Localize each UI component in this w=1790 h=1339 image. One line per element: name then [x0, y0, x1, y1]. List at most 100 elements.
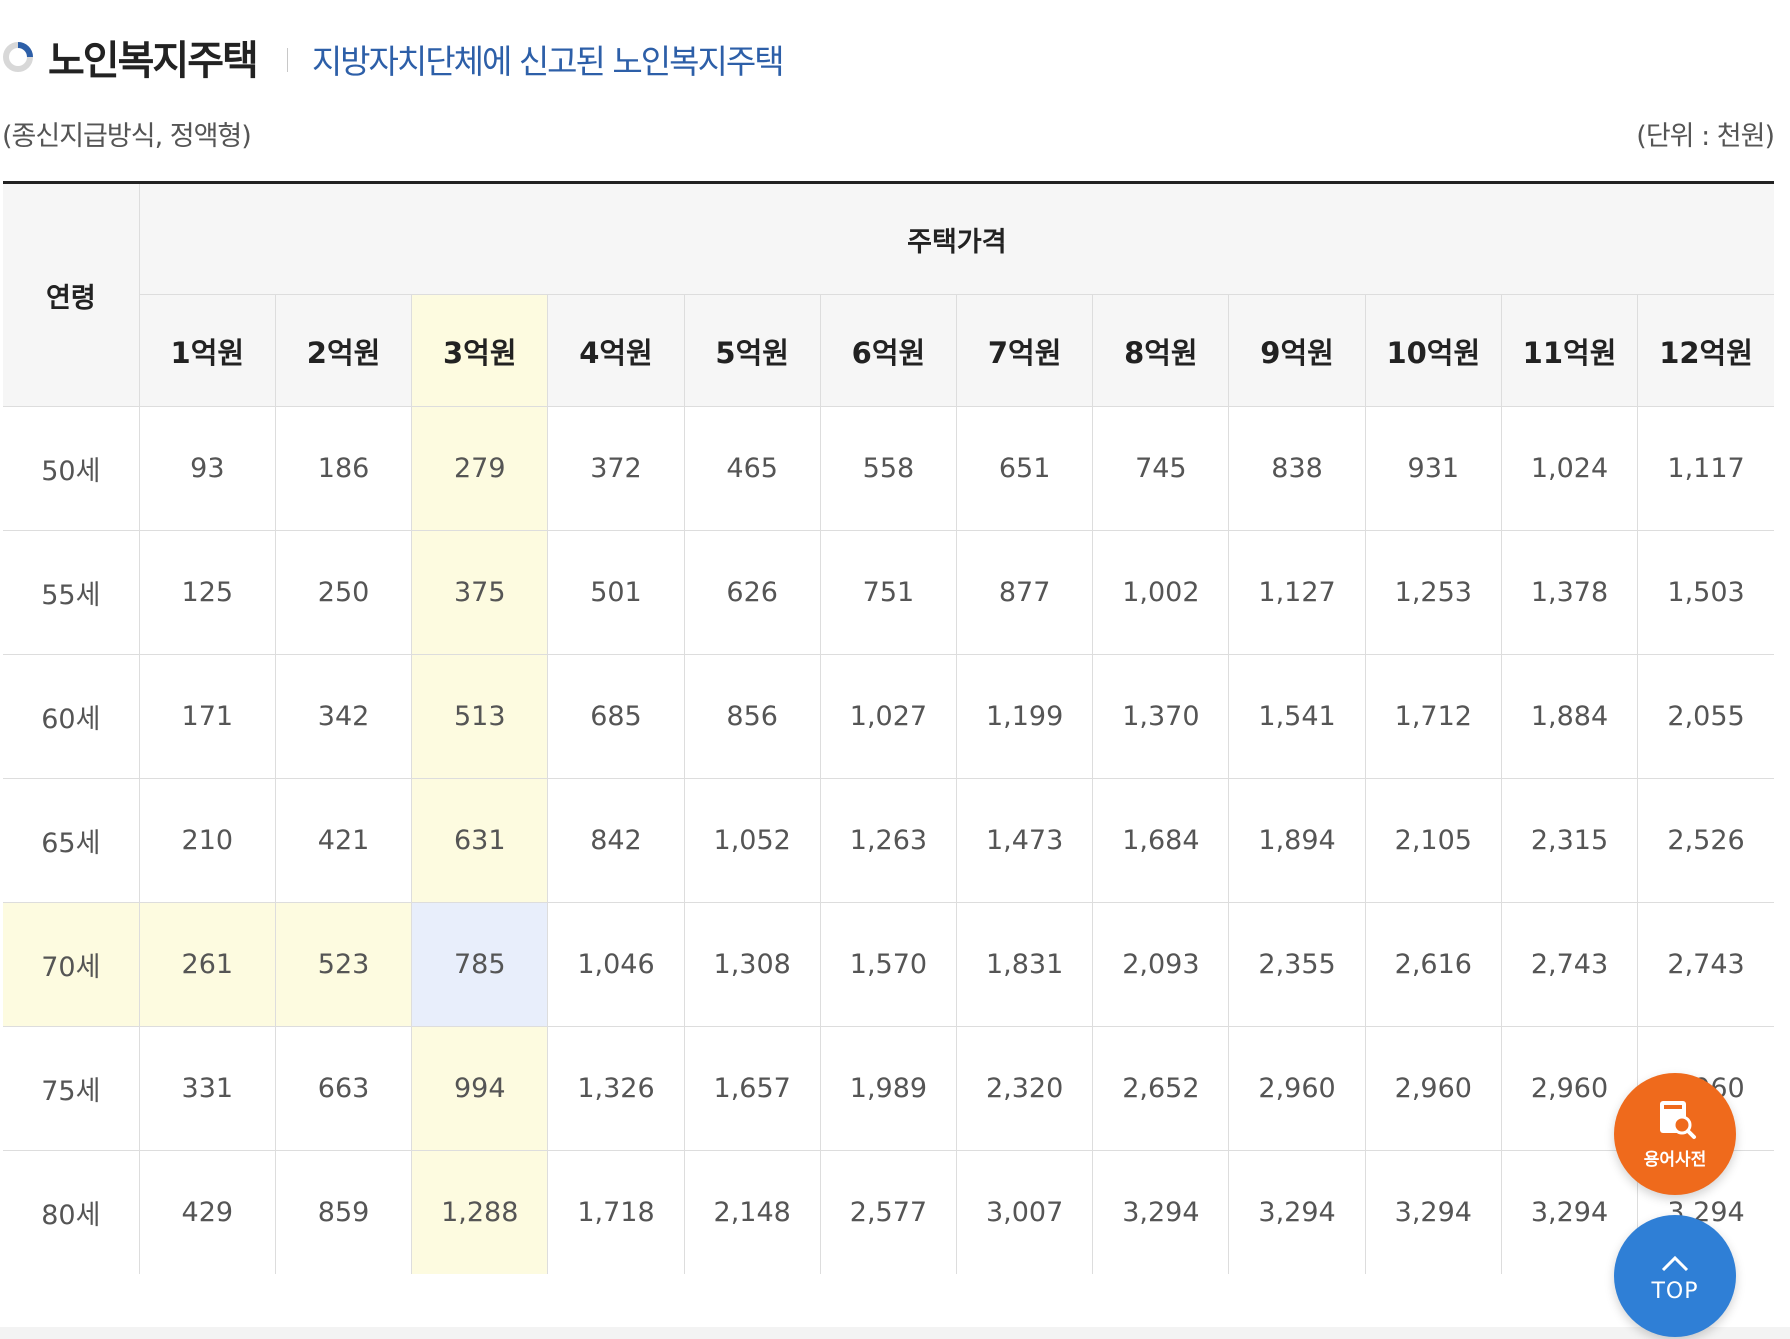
- price-group-header: 주택가격: [139, 181, 1774, 295]
- value-cell: 1,127: [1228, 530, 1366, 655]
- price-column-header: 11억원: [1501, 294, 1639, 407]
- page-title: 노인복지주택: [48, 38, 259, 84]
- value-cell: 2,616: [1365, 902, 1502, 1027]
- price-column-header: 6억원: [820, 294, 958, 407]
- value-cell: 2,960: [1365, 1026, 1502, 1151]
- age-cell: 55세: [3, 530, 140, 655]
- value-cell: 171: [139, 654, 276, 779]
- value-cell: 250: [275, 530, 413, 655]
- age-cell: 80세: [3, 1150, 140, 1274]
- top-label: TOP: [1651, 1279, 1699, 1304]
- value-cell: 2,105: [1365, 778, 1502, 903]
- value-cell: 261: [139, 902, 276, 1027]
- value-cell: 1,570: [820, 902, 958, 1027]
- value-cell: 1,326: [547, 1026, 685, 1151]
- value-cell: 372: [547, 406, 685, 531]
- value-cell: 2,148: [684, 1150, 821, 1274]
- footer-band: [0, 1327, 1790, 1339]
- price-column-header: 9억원: [1228, 294, 1366, 407]
- value-cell: 1,046: [547, 902, 685, 1027]
- table-row: 55세 125 250 375 501 626 751 877 1,002 1,127 1,253 1…: [3, 530, 1774, 655]
- value-cell: 3,007: [956, 1150, 1094, 1274]
- table-row: 60세 171 342 513 685 856 1,027 1,199 1,370 1,541 1,…: [3, 654, 1774, 779]
- value-cell: 1,541: [1228, 654, 1366, 779]
- value-cell: 93: [139, 406, 276, 531]
- price-column-header: 10억원: [1365, 294, 1502, 407]
- value-cell: 1,117: [1637, 406, 1774, 531]
- value-cell: 2,577: [820, 1150, 958, 1274]
- value-cell: 3,294: [1092, 1150, 1230, 1274]
- table-row: 65세 210 421 631 842 1,052 1,263 1,473 1,684 1,894…: [3, 778, 1774, 903]
- value-cell: 838: [1228, 406, 1366, 531]
- value-cell: 2,055: [1637, 654, 1774, 779]
- payment-method-note: (종신지급방식, 정액형): [2, 121, 252, 152]
- value-cell: 1,024: [1501, 406, 1639, 531]
- price-column-header: 7억원: [956, 294, 1094, 407]
- value-cell: 1,989: [820, 1026, 958, 1151]
- value-cell: 3,294: [1365, 1150, 1502, 1274]
- value-cell: 2,743: [1501, 902, 1639, 1027]
- value-cell: 2,315: [1501, 778, 1639, 903]
- value-cell: 1,263: [820, 778, 958, 903]
- value-cell: 1,831: [956, 902, 1094, 1027]
- value-cell: 513: [411, 654, 549, 779]
- value-cell: 842: [547, 778, 685, 903]
- table-row: 80세 429 859 1,288 1,718 2,148 2,577 3,007 3,294 3…: [3, 1150, 1774, 1274]
- value-cell: 2,526: [1637, 778, 1774, 903]
- value-cell: 210: [139, 778, 276, 903]
- price-column-header: 3억원: [411, 294, 549, 407]
- value-cell: 1,027: [820, 654, 958, 779]
- value-cell: 421: [275, 778, 413, 903]
- value-cell: 1,002: [1092, 530, 1230, 655]
- value-cell: 1,288: [411, 1150, 549, 1274]
- unit-note: (단위 : 천원): [1636, 121, 1775, 152]
- value-cell: 685: [547, 654, 685, 779]
- table-row: 50세 93 186 279 372 465 558 651 745 838 931 1,024 1,1…: [3, 406, 1774, 531]
- page-header: 노인복지주택 지방자치단체에 신고된 노인복지주택: [2, 22, 785, 92]
- price-column-header: 8억원: [1092, 294, 1230, 407]
- price-header-row: 1억원 2억원 3억원 4억원 5억원 6억원 7억원 8억원 9억원 10억원 11억원 12억원: [3, 294, 1774, 407]
- value-cell: 465: [684, 406, 821, 531]
- value-cell: 429: [139, 1150, 276, 1274]
- page-subtitle: 지방자치단체에 신고된 노인복지주택: [311, 42, 785, 81]
- value-cell: 1,657: [684, 1026, 821, 1151]
- book-search-icon: [1660, 1100, 1696, 1139]
- circle-spinner-icon: [3, 42, 33, 72]
- value-cell: 331: [139, 1026, 276, 1151]
- value-cell: 1,684: [1092, 778, 1230, 903]
- dictionary-button[interactable]: 용어사전: [1614, 1073, 1736, 1195]
- age-cell: 70세: [3, 902, 140, 1027]
- scroll-top-button[interactable]: TOP: [1614, 1215, 1736, 1337]
- value-cell: 859: [275, 1150, 413, 1274]
- table-body: 50세 93 186 279 372 465 558 651 745 838 931 1,024 1,1…: [3, 406, 1774, 1274]
- value-cell: 2,960: [1228, 1026, 1366, 1151]
- value-cell: 631: [411, 778, 549, 903]
- dictionary-label: 용어사전: [1643, 1149, 1707, 1170]
- value-cell: 751: [820, 530, 958, 655]
- value-cell: 663: [275, 1026, 413, 1151]
- value-cell: 1,712: [1365, 654, 1502, 779]
- value-cell: 558: [820, 406, 958, 531]
- age-cell: 65세: [3, 778, 140, 903]
- age-cell: 75세: [3, 1026, 140, 1151]
- value-cell: 501: [547, 530, 685, 655]
- value-cell: 856: [684, 654, 821, 779]
- value-cell: 2,652: [1092, 1026, 1230, 1151]
- price-column-header: 1억원: [139, 294, 276, 407]
- price-column-header: 12억원: [1637, 294, 1774, 407]
- value-cell: 626: [684, 530, 821, 655]
- age-header: 연령: [3, 181, 140, 407]
- value-cell: 523: [275, 902, 413, 1027]
- value-cell: 1,378: [1501, 530, 1639, 655]
- price-column-header: 5억원: [684, 294, 821, 407]
- price-column-header: 2억원: [275, 294, 413, 407]
- value-cell: 2,355: [1228, 902, 1366, 1027]
- value-cell: 1,199: [956, 654, 1094, 779]
- value-cell: 2,743: [1637, 902, 1774, 1027]
- value-cell: 1,473: [956, 778, 1094, 903]
- pension-table: 연령 주택가격 1억원 2억원 3억원 4억원 5억원 6억원 7억원 8억원 9억원 10억원 1…: [3, 181, 1774, 1274]
- value-cell: 1,370: [1092, 654, 1230, 779]
- value-cell: 2,320: [956, 1026, 1094, 1151]
- chevron-up-icon: [1661, 1255, 1689, 1272]
- pension-table-container: 연령 주택가격 1억원 2억원 3억원 4억원 5억원 6억원 7억원 8억원 9억원 10억원 1…: [3, 181, 1774, 1274]
